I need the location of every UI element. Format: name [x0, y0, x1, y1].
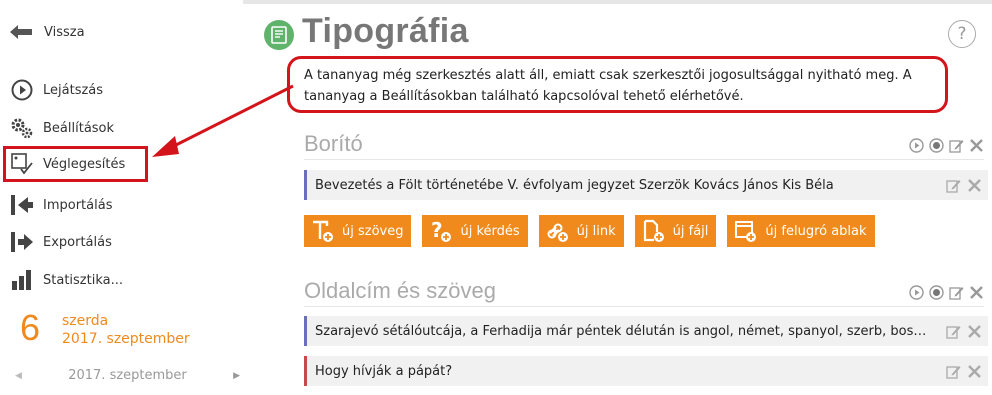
section-cover: Borító — [304, 131, 984, 160]
close-icon[interactable] — [966, 323, 982, 339]
section-page-title-text: Oldalcím és szöveg — [304, 278, 984, 307]
close-icon[interactable] — [968, 137, 984, 153]
list-item[interactable]: Hogy hívják a pápát? — [304, 356, 988, 386]
edit-icon[interactable] — [948, 284, 964, 300]
section-divider — [304, 159, 984, 160]
draft-notice: A tananyag még szerkesztés alatt áll, em… — [287, 56, 948, 113]
add-popup-icon — [733, 218, 759, 244]
record-icon[interactable] — [928, 137, 944, 153]
edit-icon[interactable] — [945, 323, 961, 339]
play-icon[interactable] — [908, 137, 924, 153]
new-text-label: új szöveg — [342, 223, 404, 239]
list-item[interactable]: Bevezetés a Fölt történetébe V. évfolyam… — [304, 170, 988, 200]
section-title: Borító — [304, 131, 363, 156]
list-item-text: Szarajevó sétálóutcája, a Ferhadija már … — [315, 323, 945, 339]
new-link-button[interactable]: új link — [538, 215, 624, 247]
new-file-label: új fájl — [672, 223, 709, 239]
list-item-text: Hogy hívják a pápát? — [315, 363, 453, 379]
close-icon[interactable] — [966, 177, 982, 193]
page-title: Tipográfia — [302, 12, 469, 50]
section-tools — [908, 284, 984, 300]
new-popup-label: új felugró ablak — [765, 223, 867, 239]
edit-icon[interactable] — [945, 177, 961, 193]
new-popup-button[interactable]: új felugró ablak — [727, 215, 875, 247]
play-icon[interactable] — [908, 284, 924, 300]
list-item-text: Bevezetés a Fölt történetébe V. évfolyam… — [315, 177, 834, 193]
document-edit-icon — [264, 20, 294, 50]
close-icon[interactable] — [968, 284, 984, 300]
help-button[interactable]: ? — [948, 20, 976, 48]
new-question-label: új kérdés — [460, 223, 520, 239]
close-icon[interactable] — [966, 363, 982, 379]
new-question-button[interactable]: ? új kérdés — [422, 215, 528, 247]
svg-text:?: ? — [431, 219, 443, 242]
add-file-icon — [641, 218, 667, 244]
add-text-icon — [310, 218, 336, 244]
add-link-icon — [545, 218, 571, 244]
section-title: Oldalcím és szöveg — [304, 278, 496, 303]
record-icon[interactable] — [928, 284, 944, 300]
section-tools — [908, 137, 984, 153]
edit-icon[interactable] — [948, 137, 964, 153]
edit-icon[interactable] — [945, 363, 961, 379]
new-text-button[interactable]: új szöveg — [304, 215, 412, 247]
list-item[interactable]: Szarajevó sétálóutcája, a Ferhadija már … — [304, 316, 988, 346]
new-file-button[interactable]: új fájl — [634, 215, 717, 247]
new-link-label: új link — [576, 223, 616, 239]
add-question-icon: ? — [428, 218, 454, 244]
section-divider — [304, 306, 984, 307]
add-content-toolbar: új szöveg ? új kérdés új link új fájl új… — [304, 215, 875, 247]
